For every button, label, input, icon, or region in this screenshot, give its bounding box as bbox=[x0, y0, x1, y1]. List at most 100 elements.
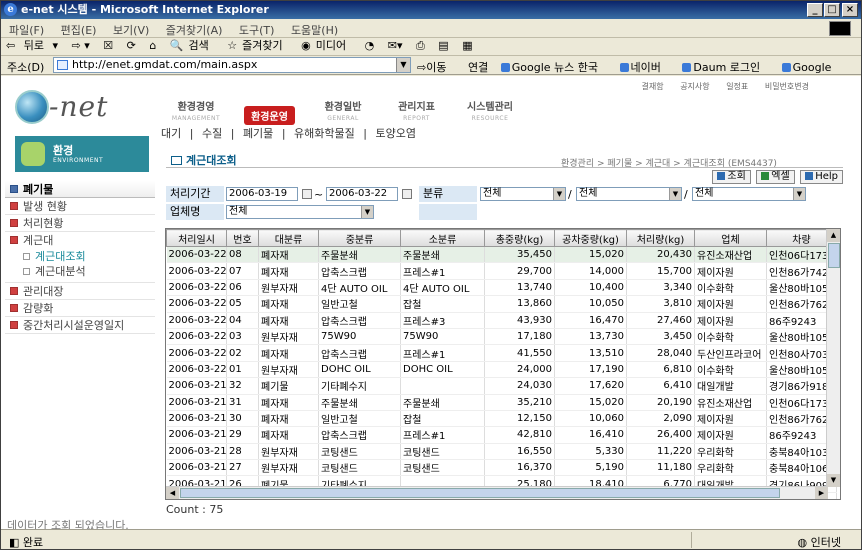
column-header[interactable]: 업체 bbox=[694, 229, 767, 247]
refresh-icon[interactable]: ⟳ bbox=[122, 38, 141, 54]
date-from-input[interactable]: 2006-03-19 bbox=[226, 187, 298, 201]
enet-logo[interactable]: -net bbox=[15, 90, 120, 130]
table-cell: 07 bbox=[226, 262, 259, 280]
menu-item-treatment[interactable]: 처리현황 bbox=[5, 215, 155, 232]
table-row[interactable]: 2006-03-22 06 원부자재 4단 AUTO OIL 4단 AUTO OIL 13… bbox=[166, 279, 837, 297]
vertical-scrollbar[interactable]: ▲ ▼ bbox=[826, 229, 840, 487]
menu-sub-weighbridge-query[interactable]: 계근대조회 bbox=[5, 249, 155, 264]
menu-edit[interactable]: 편집(E) bbox=[53, 19, 102, 38]
link-daum[interactable]: Daum 로그인 bbox=[682, 61, 769, 74]
menu-item-facility-log[interactable]: 중간처리시설운영일지 bbox=[5, 317, 155, 334]
edit-icon[interactable]: ▤ bbox=[433, 38, 453, 54]
calendar-icon[interactable] bbox=[402, 189, 412, 199]
subnav-soil[interactable]: 토양오염 bbox=[375, 127, 415, 140]
top-link-password[interactable]: 비밀번호변경 bbox=[765, 82, 809, 91]
discuss-icon[interactable]: ▦ bbox=[457, 38, 477, 54]
menu-view[interactable]: 보기(V) bbox=[105, 19, 154, 38]
table-cell: 제이자원 bbox=[694, 426, 767, 444]
bullet-icon bbox=[10, 304, 18, 312]
scroll-up-icon[interactable]: ▲ bbox=[827, 229, 840, 242]
history-icon[interactable]: ◔ bbox=[360, 38, 380, 54]
menu-item-generation[interactable]: 발생 현황 bbox=[5, 198, 155, 215]
class1-select[interactable]: 전체 ▼ bbox=[480, 187, 566, 201]
minimize-button[interactable]: _ bbox=[807, 3, 823, 17]
menu-item-reduction[interactable]: 감량화 bbox=[5, 300, 155, 317]
class2-select[interactable]: 전체 ▼ bbox=[576, 187, 682, 201]
table-row[interactable]: 2006-03-22 08 폐자재 주물분쇄 주물분쇄 35,450 15,020 20,43… bbox=[166, 246, 837, 264]
top-link-notice[interactable]: 공지사항 bbox=[680, 82, 709, 91]
media-button[interactable]: ◉ 미디어 bbox=[296, 38, 356, 54]
help-button[interactable]: Help bbox=[800, 170, 843, 184]
scroll-thumb[interactable] bbox=[828, 243, 840, 268]
subnav-chemicals[interactable]: 유해화학물질 bbox=[294, 127, 355, 140]
table-row[interactable]: 2006-03-21 30 폐자재 일반고철 잡철 12,150 10,060 2,090 제이… bbox=[166, 410, 837, 428]
scroll-left-icon[interactable]: ◀ bbox=[166, 487, 179, 499]
table-row[interactable]: 2006-03-21 28 원부자재 코팅샌드 코팅샌드 16,550 5,330 11,22… bbox=[166, 443, 837, 461]
menu-help[interactable]: 도움말(H) bbox=[283, 19, 343, 38]
menu-item-ledger[interactable]: 관리대장 bbox=[5, 283, 155, 300]
date-to-input[interactable]: 2006-03-22 bbox=[326, 187, 398, 201]
nav-operation[interactable]: 환경운영 bbox=[235, 106, 305, 127]
column-header[interactable]: 처리일시 bbox=[166, 229, 227, 247]
query-button[interactable]: 조회 bbox=[712, 170, 751, 184]
excel-button[interactable]: 엑셀 bbox=[756, 170, 795, 184]
column-header[interactable]: 중분류 bbox=[318, 229, 401, 247]
scroll-right-icon[interactable]: ▶ bbox=[815, 487, 828, 499]
menu-favorites[interactable]: 즐겨찾기(A) bbox=[158, 19, 228, 38]
print-icon[interactable]: ⎙ bbox=[411, 38, 430, 54]
menu-sub-weighbridge-analysis[interactable]: 계근대분석 bbox=[5, 264, 155, 283]
home-icon[interactable]: ⌂ bbox=[144, 38, 161, 54]
column-header[interactable]: 소분류 bbox=[400, 229, 485, 247]
search-button[interactable]: 🔍 검색 bbox=[165, 38, 219, 54]
table-row[interactable]: 2006-03-22 02 폐자재 압축스크랩 프레스#1 41,550 13,510 28,… bbox=[166, 344, 837, 362]
table-row[interactable]: 2006-03-22 07 폐자재 압축스크랩 프레스#1 29,700 14,000 15,… bbox=[166, 262, 837, 280]
subnav-water[interactable]: 수질 bbox=[202, 127, 222, 140]
nav-management[interactable]: 환경경영 MANAGEMENT bbox=[161, 98, 231, 122]
table-row[interactable]: 2006-03-21 27 원부자재 코팅샌드 코팅샌드 16,370 5,190 11,18… bbox=[166, 459, 837, 477]
maximize-button[interactable]: □ bbox=[824, 3, 840, 17]
class3-select[interactable]: 전체 ▼ bbox=[692, 187, 806, 201]
favorites-button[interactable]: ☆ 즐겨찾기 bbox=[222, 38, 292, 54]
link-google-news[interactable]: Google 뉴스 한국 bbox=[500, 61, 607, 74]
link-google[interactable]: Google bbox=[781, 61, 841, 74]
menu-item-weighbridge[interactable]: 계근대 bbox=[5, 232, 155, 249]
stop-icon[interactable]: ☒ bbox=[98, 38, 118, 54]
scroll-thumb[interactable] bbox=[180, 488, 780, 498]
menu-file[interactable]: 파일(F) bbox=[1, 19, 49, 38]
menu-head-waste[interactable]: 폐기물 bbox=[5, 181, 155, 198]
subnav-waste[interactable]: 폐기물 bbox=[243, 127, 273, 140]
forward-button[interactable]: ⇨ ▾ bbox=[67, 38, 95, 54]
column-header[interactable]: 대분류 bbox=[258, 229, 319, 247]
subnav-air[interactable]: 대기 bbox=[161, 127, 181, 140]
calendar-icon[interactable] bbox=[302, 189, 312, 199]
horizontal-scrollbar[interactable]: ◀ ▶ bbox=[166, 486, 828, 499]
address-input[interactable]: http://enet.gmdat.com/main.aspx ▼ bbox=[53, 57, 411, 73]
back-button[interactable]: ⇦ 뒤로 ▾ bbox=[1, 38, 63, 54]
column-header[interactable]: 공차중량(kg) bbox=[554, 229, 627, 247]
table-cell: 02 bbox=[226, 344, 259, 362]
company-select[interactable]: 전체 ▼ bbox=[226, 205, 374, 219]
close-button[interactable]: × bbox=[842, 3, 858, 17]
column-header[interactable]: 처리량(kg) bbox=[626, 229, 695, 247]
nav-general[interactable]: 환경일반 GENERAL bbox=[308, 98, 378, 122]
nav-system[interactable]: 시스템관리 RESOURCE bbox=[455, 98, 525, 122]
table-row[interactable]: 2006-03-22 03 원부자재 75W90 75W90 17,180 13,730 3,… bbox=[166, 328, 837, 346]
table-row[interactable]: 2006-03-21 32 폐기물 기타폐수지 24,030 17,620 6,410 대일개… bbox=[166, 377, 837, 395]
address-dropdown[interactable]: ▼ bbox=[396, 58, 410, 72]
top-link-schedule[interactable]: 일정표 bbox=[726, 82, 748, 91]
table-row[interactable]: 2006-03-22 01 원부자재 DOHC OIL DOHC OIL 24,000 17… bbox=[166, 361, 837, 379]
go-button[interactable]: ⇨이동 bbox=[417, 59, 446, 75]
mail-icon[interactable]: ✉▾ bbox=[383, 38, 408, 54]
table-row[interactable]: 2006-03-21 31 폐자재 주물분쇄 주물분쇄 35,210 15,020 20,19… bbox=[166, 394, 837, 411]
scroll-down-icon[interactable]: ▼ bbox=[827, 474, 840, 487]
link-naver[interactable]: 네이버 bbox=[619, 61, 670, 74]
table-row[interactable]: 2006-03-21 29 폐자재 압축스크랩 프레스#1 42,810 16,410 26,… bbox=[166, 426, 837, 444]
column-header[interactable]: 번호 bbox=[226, 229, 259, 247]
column-header[interactable]: 총중량(kg) bbox=[484, 229, 555, 247]
menu-tools[interactable]: 도구(T) bbox=[231, 19, 280, 38]
table-row[interactable]: 2006-03-22 05 폐자재 일반고철 잡철 13,860 10,050 3,810 제이… bbox=[166, 295, 837, 313]
grid-body: 2006-03-22 08 폐자재 주물분쇄 주물분쇄 35,450 15,020 20,43… bbox=[166, 246, 837, 499]
table-row[interactable]: 2006-03-22 04 폐자재 압축스크랩 프레스#3 43,930 16,470 27,… bbox=[166, 312, 837, 329]
nav-report[interactable]: 관리지표 REPORT bbox=[382, 98, 452, 122]
top-link-approval[interactable]: 결재함 bbox=[642, 82, 664, 91]
